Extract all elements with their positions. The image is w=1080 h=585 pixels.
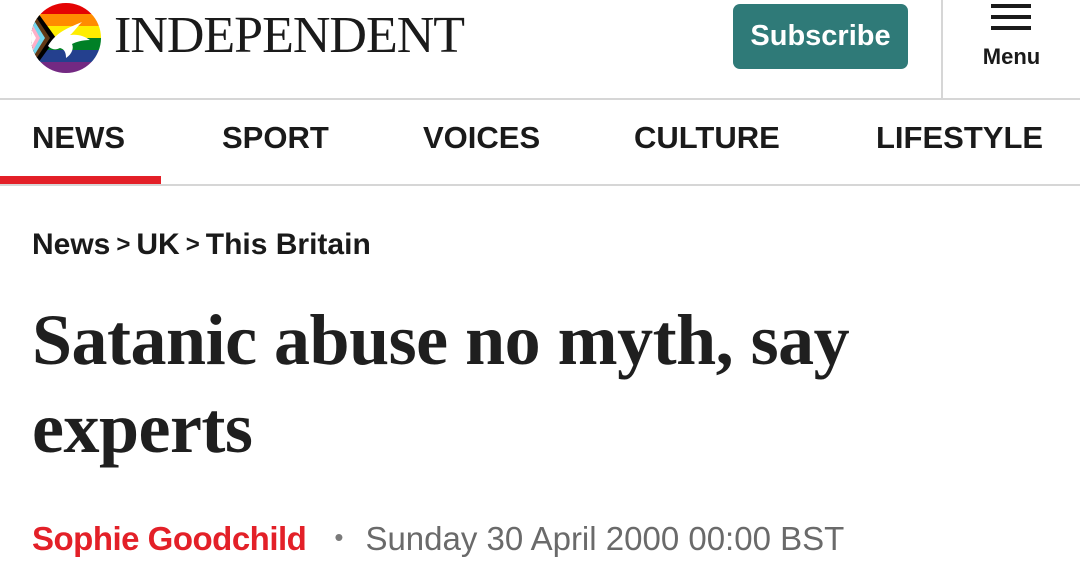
menu-button[interactable]: Menu xyxy=(943,0,1080,98)
publish-date: Sunday 30 April 2000 00:00 BST xyxy=(365,520,845,557)
active-nav-indicator xyxy=(0,176,161,184)
hamburger-icon xyxy=(991,4,1031,30)
author-link[interactable]: Sophie Goodchild xyxy=(32,520,307,557)
breadcrumb-separator: > xyxy=(185,231,200,258)
byline: Sophie Goodchild • Sunday 30 April 2000 00… xyxy=(32,520,844,558)
nav-item-news[interactable]: NEWS xyxy=(32,120,125,156)
article-headline: Satanic abuse no myth, say experts xyxy=(32,300,850,468)
breadcrumb: News > UK > This Britain xyxy=(32,228,371,262)
subscribe-button[interactable]: Subscribe xyxy=(733,4,908,69)
menu-label: Menu xyxy=(982,44,1041,69)
breadcrumb-uk[interactable]: UK xyxy=(136,228,179,261)
nav-item-lifestyle[interactable]: LIFESTYLE xyxy=(876,120,1043,156)
breadcrumb-separator: > xyxy=(116,231,131,258)
site-wordmark[interactable]: INDEPENDENT xyxy=(114,6,465,66)
nav-item-culture[interactable]: CULTURE xyxy=(634,120,780,156)
eagle-pride-flag-icon[interactable] xyxy=(30,2,102,74)
breadcrumb-news[interactable]: News xyxy=(32,228,110,261)
breadcrumb-this-britain[interactable]: This Britain xyxy=(206,228,371,261)
byline-separator: • xyxy=(334,522,344,552)
nav-item-sport[interactable]: SPORT xyxy=(222,120,329,156)
nav-item-voices[interactable]: VOICES xyxy=(423,120,540,156)
section-nav: NEWS SPORT VOICES CULTURE LIFESTYLE xyxy=(0,100,1080,186)
site-header: INDEPENDENT Subscribe Menu xyxy=(0,0,1080,100)
